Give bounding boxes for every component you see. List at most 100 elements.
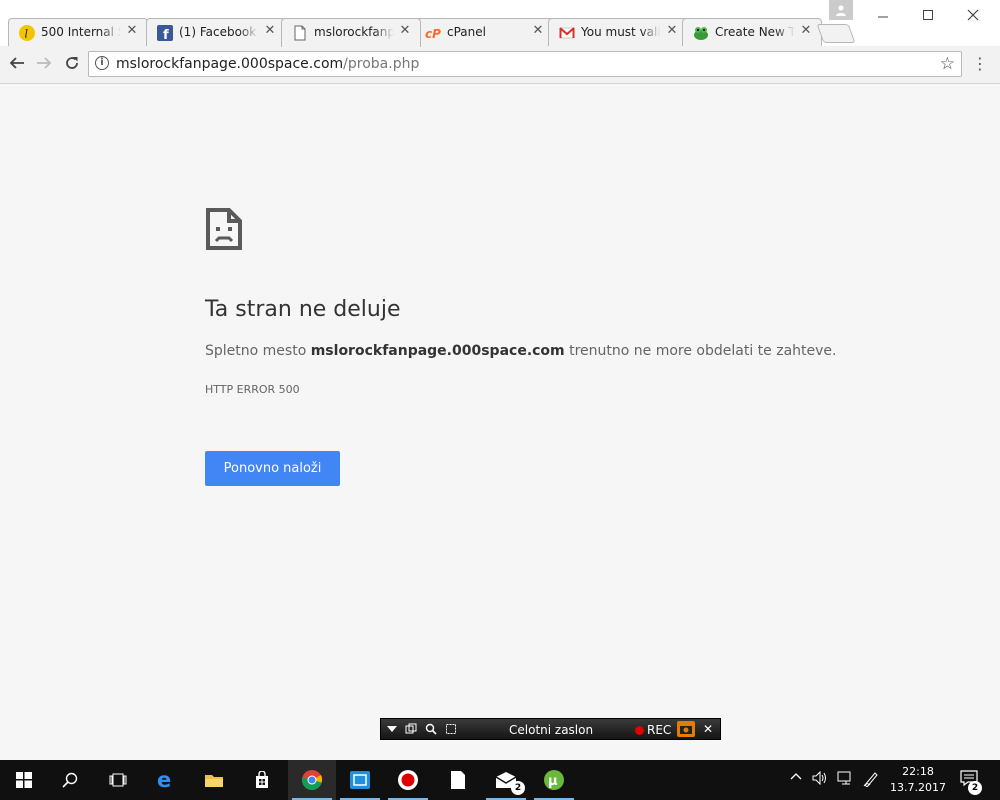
browser-toolbar: i mslorockfanpage.000space.com/proba.php…: [0, 46, 1000, 84]
clock-date: 13.7.2017: [890, 781, 946, 794]
tab-label: You must valid: [581, 25, 661, 39]
tab-label: (1) Facebook: [179, 25, 257, 39]
window-icon[interactable]: [405, 721, 417, 737]
recorder-toolbar: Celotni zaslon REC ✕: [380, 718, 721, 740]
error-code: HTTP ERROR 500: [205, 383, 300, 396]
network-icon[interactable]: [837, 771, 853, 789]
utorrent-button[interactable]: µ: [530, 760, 578, 800]
close-icon[interactable]: ✕: [799, 24, 813, 38]
file-explorer-button[interactable]: [190, 760, 238, 800]
page-icon: [292, 25, 308, 41]
volume-icon[interactable]: [812, 770, 828, 789]
edge-button[interactable]: e: [142, 760, 190, 800]
tab-facebook[interactable]: f (1) Facebook ✕: [146, 18, 286, 46]
url-text: mslorockfanpage.000space.com/proba.php: [116, 56, 420, 72]
chrome-button[interactable]: [288, 760, 336, 800]
screen-recorder-button[interactable]: [336, 760, 384, 800]
arrow-left-icon: [9, 57, 24, 69]
reload-button[interactable]: [60, 51, 84, 75]
svg-text:e: e: [157, 770, 171, 790]
camera-icon[interactable]: [677, 721, 695, 737]
address-bar[interactable]: i mslorockfanpage.000space.com/proba.php…: [88, 51, 962, 77]
notepad-button[interactable]: [434, 760, 482, 800]
close-icon[interactable]: ✕: [125, 24, 139, 38]
chevron-up-icon[interactable]: [790, 771, 802, 787]
store-bag-icon: [256, 771, 268, 788]
tab-cpanel[interactable]: cP cPanel ✕: [414, 18, 554, 46]
record-app-button[interactable]: [384, 760, 432, 800]
tab-label: mslorockfanpa: [314, 25, 394, 39]
close-icon[interactable]: ✕: [665, 24, 679, 38]
task-view-icon: [109, 773, 127, 787]
yellow-l-icon: l: [19, 25, 35, 41]
cpanel-icon: cP: [425, 25, 441, 41]
new-tab-button[interactable]: [816, 24, 856, 43]
info-icon[interactable]: i: [95, 56, 109, 70]
mail-badge: 2: [511, 781, 525, 795]
folder-icon: [205, 775, 223, 787]
record-dot-icon: [635, 725, 644, 735]
reload-icon: [66, 57, 78, 69]
profile-button[interactable]: [829, 0, 853, 20]
record-icon: [398, 770, 418, 790]
page-content: Ta stran ne deluje Spletno mesto msloroc…: [0, 84, 1000, 760]
search-icon: [62, 772, 78, 788]
svg-text:cP: cP: [425, 27, 441, 41]
forward-button[interactable]: [32, 51, 56, 75]
zoom-icon[interactable]: [425, 721, 437, 737]
document-icon: [451, 771, 465, 789]
gmail-icon: [559, 25, 575, 41]
svg-text:l: l: [25, 28, 29, 41]
bookmark-star-icon[interactable]: ☆: [940, 54, 955, 74]
frog-icon: [693, 25, 709, 41]
store-button[interactable]: [238, 760, 286, 800]
start-button[interactable]: [0, 760, 48, 800]
clock[interactable]: 22:18 13.7.2017: [890, 764, 946, 796]
tab-gmail[interactable]: You must valid ✕: [548, 18, 688, 46]
record-button[interactable]: REC: [635, 722, 671, 738]
error-host: mslorockfanpage.000space.com: [310, 343, 565, 359]
close-icon[interactable]: ✕: [703, 721, 713, 737]
error-title: Ta stran ne deluje: [205, 297, 401, 322]
notification-badge: 2: [968, 781, 982, 795]
utorrent-icon: µ: [544, 770, 564, 790]
close-icon[interactable]: ✕: [263, 24, 277, 38]
search-button[interactable]: [46, 760, 94, 800]
reload-page-button[interactable]: Ponovno naloži: [205, 451, 340, 486]
minimize-icon: [878, 16, 888, 18]
maximize-icon: [923, 10, 933, 20]
task-view-button[interactable]: [94, 760, 142, 800]
tab-label: cPanel: [447, 25, 486, 39]
back-button[interactable]: [5, 51, 29, 75]
menu-icon[interactable]: ⋮: [972, 54, 988, 74]
dropdown-icon[interactable]: [387, 721, 397, 737]
close-icon: [967, 9, 979, 21]
tab-label: Create New To: [715, 25, 795, 39]
taskbar: e 2 µ 22:18 13.7.2017 2: [0, 760, 1000, 800]
sad-page-icon: [205, 207, 243, 255]
edge-icon: e: [157, 770, 171, 790]
close-window-button[interactable]: [950, 0, 996, 30]
recorder-mode-label: Celotni zaslon: [509, 723, 594, 737]
close-icon[interactable]: ✕: [531, 24, 545, 38]
arrow-right-icon: [37, 57, 52, 69]
tab-500-internal[interactable]: l 500 Internal Se ✕: [8, 18, 148, 46]
close-icon[interactable]: ✕: [398, 24, 412, 38]
tab-mslorockfanpage[interactable]: mslorockfanpa ✕: [281, 18, 421, 47]
screen-capture-icon: [350, 771, 370, 789]
windows-logo-icon: [16, 772, 32, 788]
mail-button[interactable]: 2: [482, 760, 530, 800]
error-description: Spletno mesto mslorockfanpage.000space.c…: [205, 343, 837, 359]
pen-ink-icon[interactable]: [863, 771, 879, 791]
facebook-icon: f: [157, 25, 173, 41]
region-select-icon[interactable]: [445, 721, 457, 737]
tab-create-new[interactable]: Create New To ✕: [682, 18, 822, 46]
minimize-button[interactable]: [860, 0, 906, 30]
chrome-icon: [301, 770, 323, 790]
person-icon: [836, 5, 846, 16]
maximize-button[interactable]: [905, 0, 951, 30]
tab-label: 500 Internal Se: [41, 25, 121, 39]
svg-text:µ: µ: [548, 774, 558, 789]
clock-time: 22:18: [902, 765, 934, 778]
tab-strip: l 500 Internal Se ✕ f (1) Facebook ✕ msl…: [0, 0, 1000, 47]
